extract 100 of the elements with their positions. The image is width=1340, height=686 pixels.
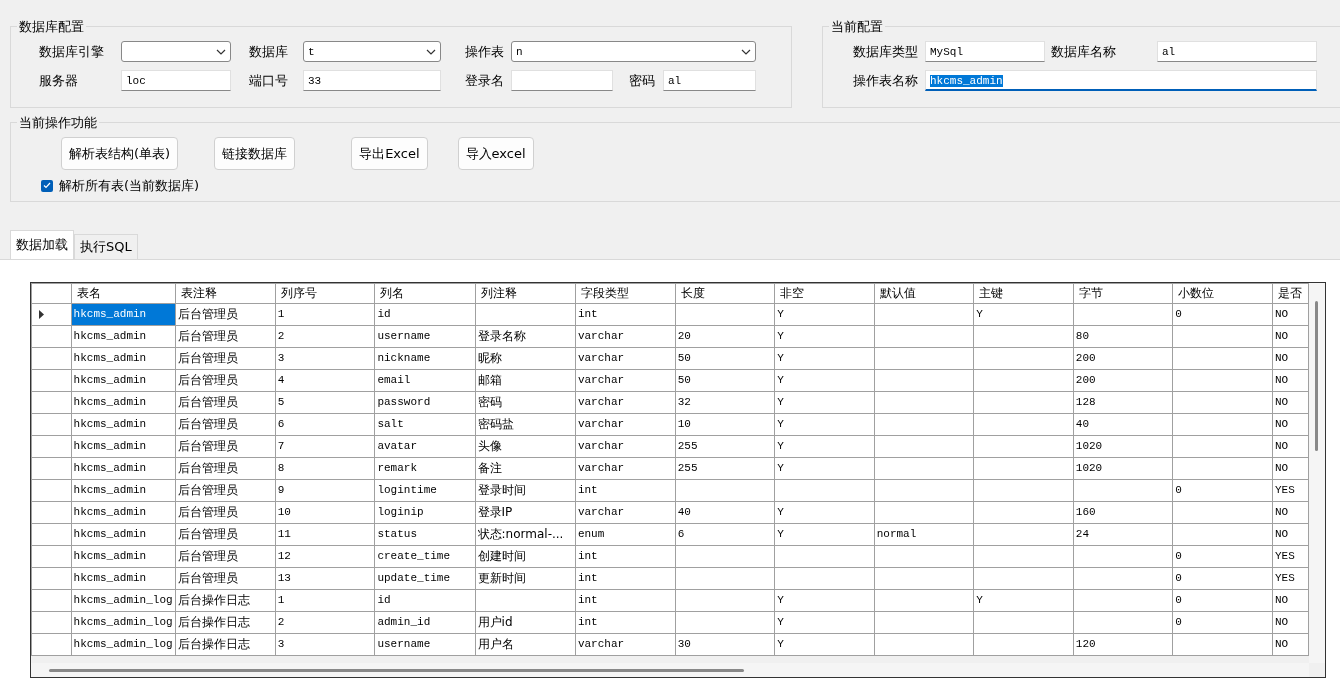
table-cell: varchar	[575, 435, 676, 457]
table-cell: NO	[1272, 435, 1309, 457]
input-field[interactable]: hkcms_admin	[925, 70, 1317, 91]
action-button[interactable]: 导出Excel	[351, 137, 428, 170]
table-cell: loginip	[374, 501, 476, 523]
table-cell: 0	[1172, 611, 1273, 633]
input-field[interactable]	[511, 70, 613, 91]
dropdown-field[interactable]: n	[511, 41, 756, 62]
table-cell: 后台管理员	[175, 567, 276, 589]
column-header[interactable]: 字段类型	[575, 283, 676, 303]
row-header[interactable]	[31, 413, 72, 435]
table-cell: YES	[1272, 545, 1309, 567]
row-header[interactable]	[31, 303, 72, 325]
table-cell: hkcms_admin	[71, 435, 176, 457]
table-cell: 200	[1073, 347, 1173, 369]
table-cell: hkcms_admin	[71, 457, 176, 479]
table-cell: NO	[1272, 611, 1309, 633]
column-header[interactable]: 字节	[1073, 283, 1173, 303]
action-button[interactable]: 导入excel	[457, 137, 534, 170]
field-label: 数据库类型	[853, 42, 919, 61]
table-cell: normal	[874, 523, 974, 545]
column-header[interactable]: 默认值	[874, 283, 974, 303]
column-header[interactable]: 非空	[774, 283, 875, 303]
table-cell: Y	[774, 325, 875, 347]
vertical-scrollbar[interactable]	[1309, 282, 1325, 663]
table-cell: NO	[1272, 391, 1309, 413]
row-header[interactable]	[31, 325, 72, 347]
column-header[interactable]: 长度	[675, 283, 775, 303]
row-header[interactable]	[31, 633, 72, 655]
tab[interactable]: 执行SQL	[74, 234, 138, 259]
input-field[interactable]: loc	[121, 70, 231, 91]
table-cell: Y	[774, 347, 875, 369]
row-header[interactable]	[31, 523, 72, 545]
table-cell: 后台管理员	[175, 325, 276, 347]
column-header[interactable]: 列序号	[275, 283, 375, 303]
row-header[interactable]	[31, 391, 72, 413]
column-header[interactable]: 是否	[1272, 283, 1309, 303]
table-cell: 用户名	[475, 633, 576, 655]
input-field[interactable]: 33	[303, 70, 441, 91]
table-cell: 后台操作日志	[175, 611, 276, 633]
table-cell: hkcms_admin_log	[71, 633, 176, 655]
table-cell: hkcms_admin	[71, 567, 176, 589]
checkbox[interactable]	[41, 179, 53, 192]
dropdown-field[interactable]: t	[303, 41, 441, 62]
input-field[interactable]: al	[663, 70, 756, 91]
row-header[interactable]	[31, 369, 72, 391]
table-cell: 备注	[475, 457, 576, 479]
table-cell: enum	[575, 523, 676, 545]
table-cell: admin_id	[374, 611, 476, 633]
row-header[interactable]	[31, 545, 72, 567]
table-cell: hkcms_admin	[71, 413, 176, 435]
table-cell: Y	[774, 589, 875, 611]
table-cell: id	[374, 303, 476, 325]
input-field[interactable]: MySql	[925, 41, 1045, 62]
column-header[interactable]: 表名	[71, 283, 176, 303]
table-cell: 30	[675, 633, 775, 655]
column-header[interactable]: 列注释	[475, 283, 576, 303]
row-header[interactable]	[31, 589, 72, 611]
field-label: 数据库	[249, 42, 289, 61]
table-cell: 6	[275, 413, 375, 435]
row-header[interactable]	[31, 479, 72, 501]
table-cell: int	[575, 567, 676, 589]
input-field[interactable]: al	[1157, 41, 1317, 62]
column-header[interactable]: 表注释	[175, 283, 276, 303]
dropdown-field[interactable]	[121, 41, 231, 62]
table-cell: YES	[1272, 479, 1309, 501]
table-cell: hkcms_admin_log	[71, 589, 176, 611]
table-cell: email	[374, 369, 476, 391]
table-cell: 13	[275, 567, 375, 589]
field-label: 操作表	[465, 42, 505, 61]
row-header[interactable]	[31, 347, 72, 369]
row-header[interactable]	[31, 457, 72, 479]
table-cell: 1020	[1073, 457, 1173, 479]
row-header[interactable]	[31, 435, 72, 457]
column-header[interactable]: 小数位	[1172, 283, 1273, 303]
table-cell: nickname	[374, 347, 476, 369]
column-header[interactable]: 主键	[973, 283, 1074, 303]
table-cell: 用户id	[475, 611, 576, 633]
row-header[interactable]	[31, 567, 72, 589]
row-header[interactable]	[31, 611, 72, 633]
table-cell: 登录IP	[475, 501, 576, 523]
table-cell: 24	[1073, 523, 1173, 545]
field-label: 数据库引擎	[39, 42, 105, 61]
field-label: 数据库名称	[1051, 42, 1117, 61]
table-cell: int	[575, 479, 676, 501]
column-header[interactable]: 列名	[374, 283, 476, 303]
row-header[interactable]	[31, 501, 72, 523]
action-button[interactable]: 解析表结构(单表)	[61, 137, 179, 170]
table-cell: varchar	[575, 369, 676, 391]
table-cell: NO	[1272, 413, 1309, 435]
table-cell: hkcms_admin	[71, 391, 176, 413]
table-cell: hkcms_admin	[71, 523, 176, 545]
tab[interactable]: 数据加载	[10, 230, 74, 259]
table-cell: 3	[275, 633, 375, 655]
table-cell: 后台操作日志	[175, 633, 276, 655]
table-cell: hkcms_admin	[71, 545, 176, 567]
horizontal-scrollbar[interactable]	[31, 662, 1309, 677]
action-button[interactable]: 链接数据库	[214, 137, 296, 170]
table-cell: 邮箱	[475, 369, 576, 391]
table-cell: Y	[774, 413, 875, 435]
